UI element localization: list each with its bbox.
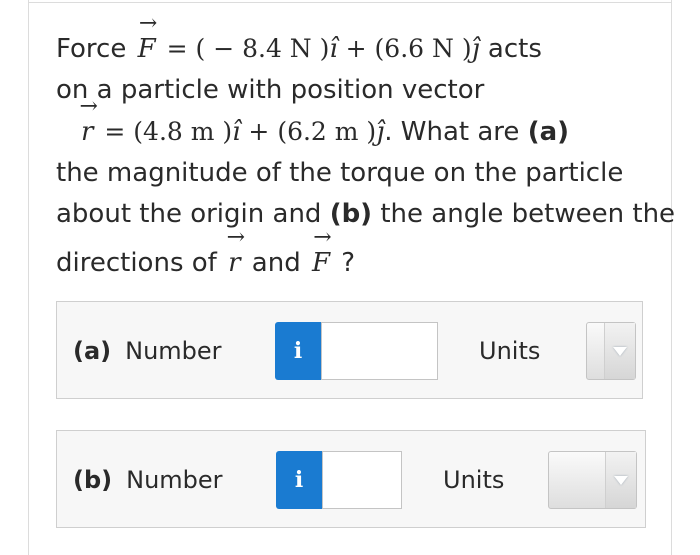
and-word: and [243,248,309,278]
vector-arrow-icon: → [226,225,246,250]
force-vector: → F [135,13,159,70]
unit-vector-j: ĵ [471,34,480,64]
force-x-component: = ( − 8.4 N ) [158,34,330,63]
position-symbol: r [228,248,241,278]
vector-arrow-icon: → [138,11,158,36]
position-vector: → r [78,96,98,153]
force-word: Force [56,34,135,64]
dropdown-toggle[interactable] [604,323,635,379]
answer-label-a: (a) Number [73,337,222,365]
units-label: Units [479,337,541,365]
question-text: Force → F = ( − 8.4 N )î + (6.6 N )ĵ acts… [56,13,675,284]
frame-top-border [28,2,672,3]
acts-word: acts [479,34,542,64]
unit-vector-i: î [329,34,338,64]
what-are-text: . What are [384,117,528,147]
info-button[interactable]: i [275,322,321,380]
part-label: (a) [73,337,112,365]
question-line-6: directions of → r and → F ? [56,227,646,284]
question-line-3: → r = (4.8 m )î + (6.2 m )ĵ. What are (a) [56,96,646,153]
force-symbol: F [137,34,156,64]
position-y-component: + (6.2 m ) [240,117,377,146]
position-vector: → r [225,227,245,284]
angle-between-text: the angle between the [372,199,676,229]
directions-of-text: directions of [56,248,226,278]
question-line-1: Force → F = ( − 8.4 N )î + (6.6 N )ĵ acts [56,13,646,70]
chevron-down-icon [614,476,628,485]
part-b-marker: (b) [329,199,373,229]
force-symbol: F [311,248,331,278]
vector-arrow-icon: → [79,94,98,119]
answer-label-b: (b) Number [73,466,223,494]
chevron-down-icon [613,347,627,356]
info-icon: i [294,467,304,493]
position-x-component: = (4.8 m ) [96,117,233,146]
about-origin-text: about the origin and [56,199,330,229]
number-input-b[interactable] [322,451,402,509]
units-select-b[interactable] [548,451,637,509]
position-symbol: r [81,117,94,147]
vector-arrow-icon: → [313,225,332,250]
question-line-4: the magnitude of the torque on the parti… [56,158,624,188]
units-label: Units [443,466,505,494]
question-mark: ? [333,248,356,278]
question-line-5: about the origin and (b) the angle betwe… [56,194,675,235]
dropdown-toggle[interactable] [605,452,636,508]
answer-panel-a: (a) Number i Units [56,301,643,399]
units-select-a[interactable] [586,322,636,380]
answer-panel-b: (b) Number i Units [56,430,646,528]
force-y-component: + (6.6 N ) [337,34,472,63]
part-label: (b) [73,466,113,494]
number-label: Number [126,466,223,494]
info-button[interactable]: i [276,451,322,509]
part-a-marker: (a) [527,117,569,147]
number-label: Number [125,337,222,365]
question-line-2: on a particle with position vector [56,75,485,105]
number-input-a[interactable] [321,322,438,380]
info-icon: i [293,338,303,364]
force-vector: → F [309,227,333,284]
